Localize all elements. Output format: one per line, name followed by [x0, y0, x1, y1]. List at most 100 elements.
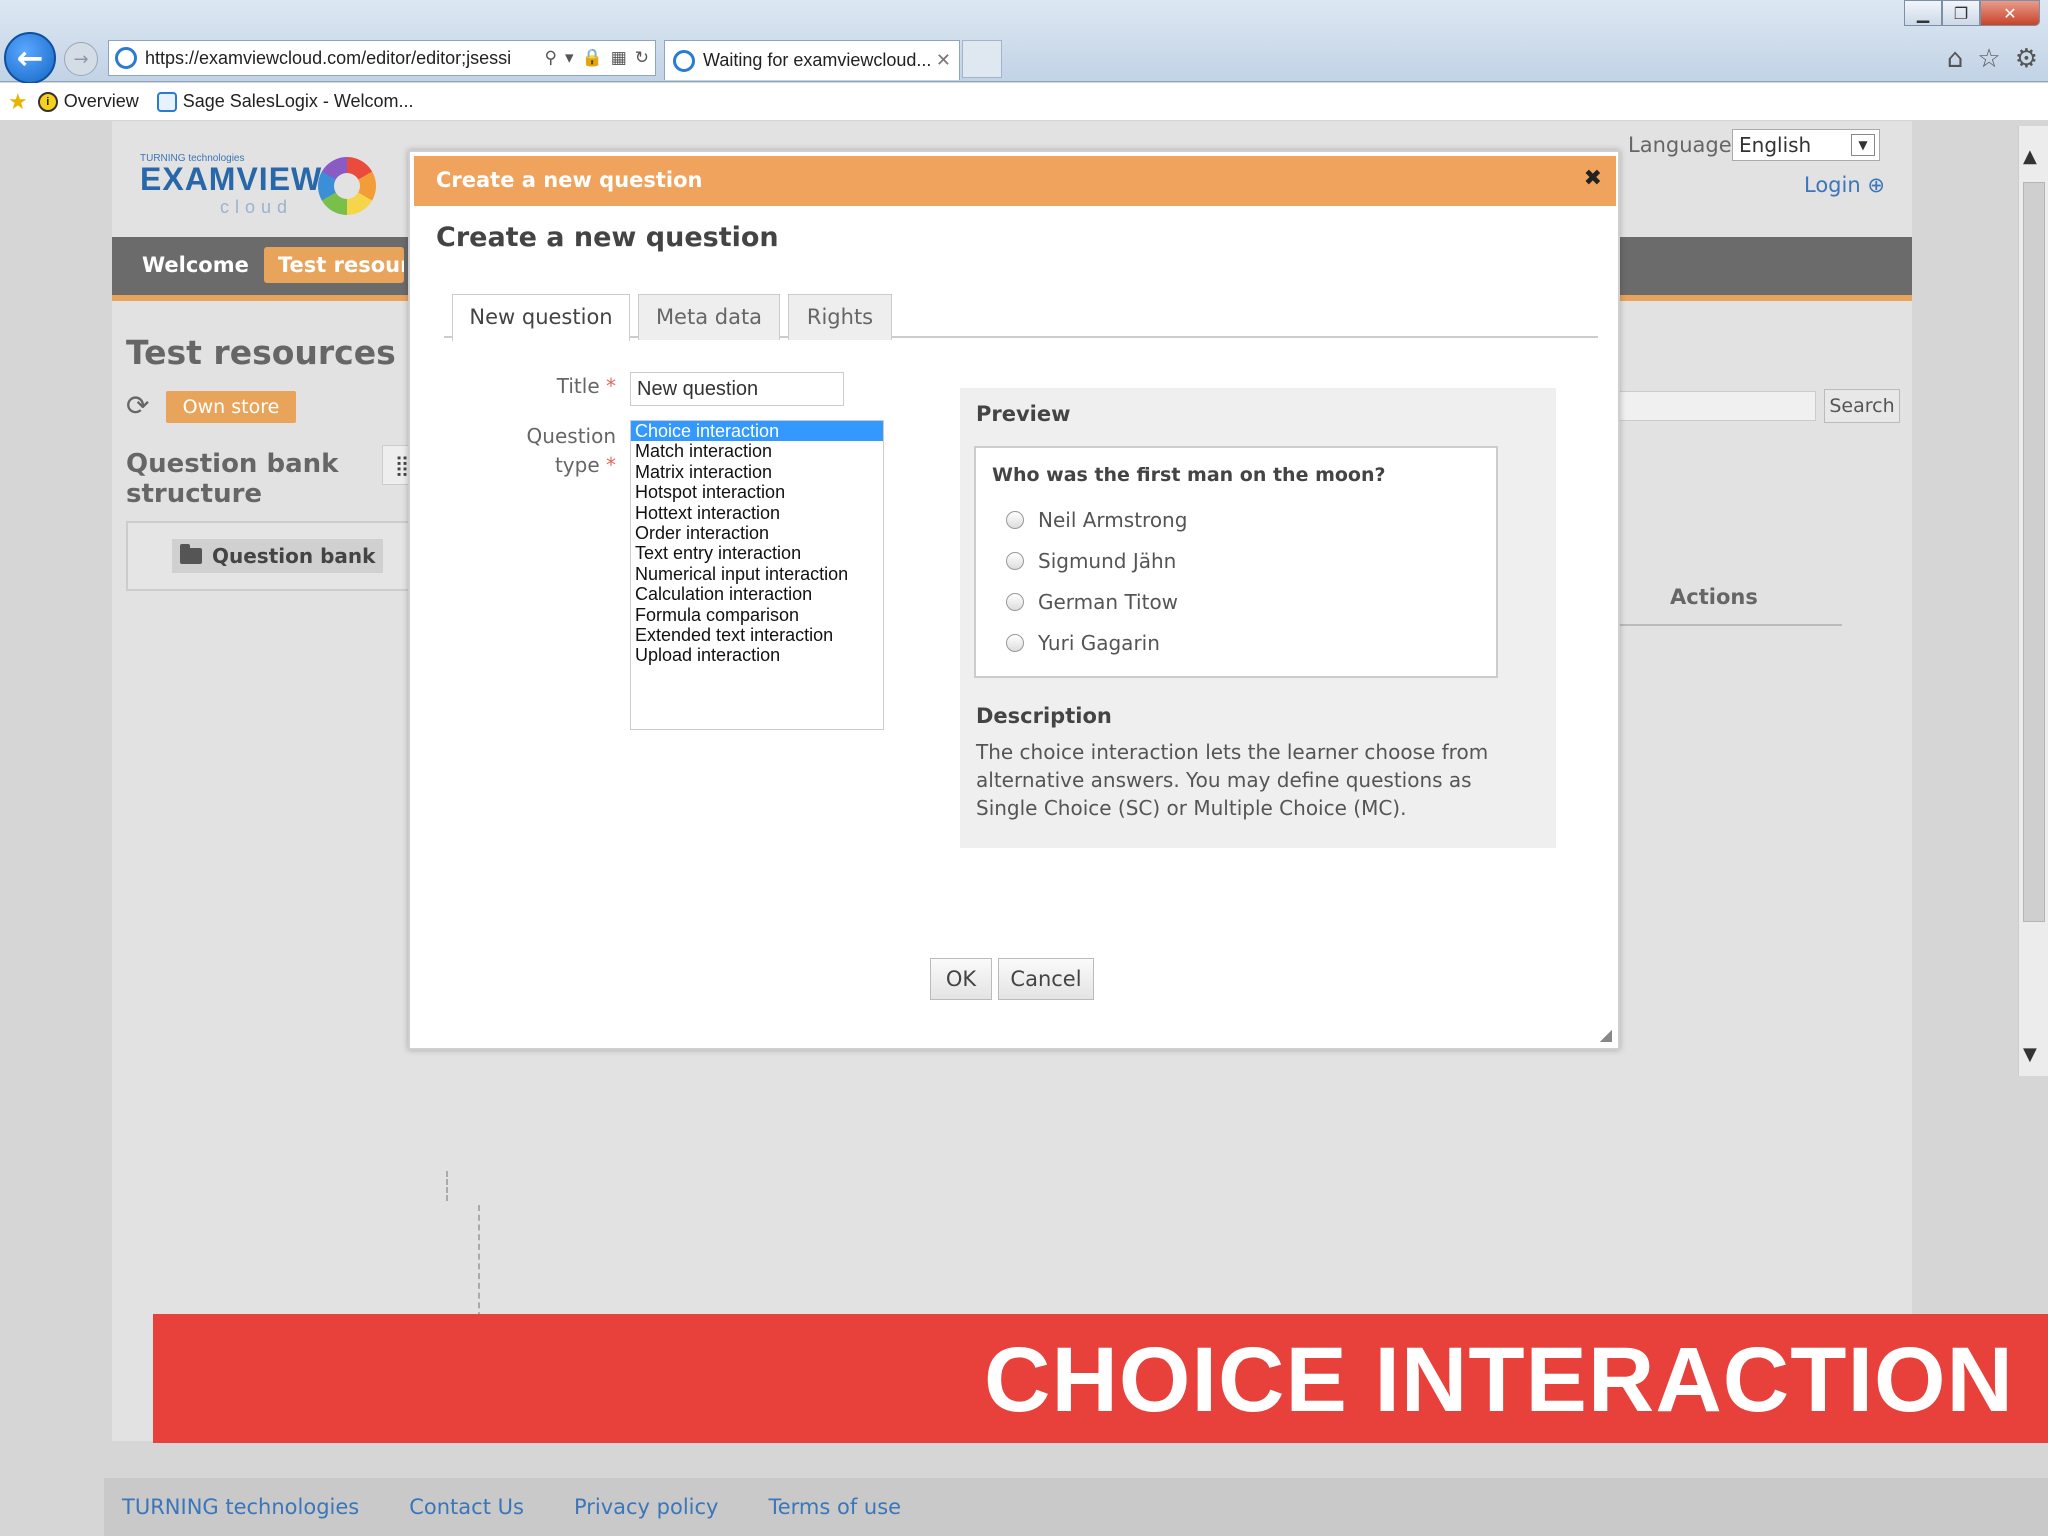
divider	[1612, 624, 1842, 626]
preview-option[interactable]: Yuri Gagarin	[1006, 631, 1160, 655]
restore-icon[interactable]: ❐	[1942, 0, 1980, 26]
dialog-titlebar[interactable]: Create a new question ✖	[414, 156, 1616, 206]
footer-link-privacy[interactable]: Privacy policy	[574, 1495, 719, 1519]
address-bar[interactable]: https://examviewcloud.com/editor/editor;…	[108, 40, 656, 76]
color-wheel-icon	[318, 157, 376, 215]
question-bank-structure-title: Question bank structure	[126, 449, 339, 509]
cancel-button[interactable]: Cancel	[998, 958, 1094, 1000]
tree-item-question-bank[interactable]: Question bank	[172, 539, 384, 573]
radio-icon[interactable]	[1006, 593, 1024, 611]
login-link[interactable]: Login ⊕	[1804, 173, 1885, 197]
question-type-option[interactable]: Hottext interaction	[631, 503, 883, 523]
dashed-divider	[446, 1171, 448, 1201]
page-title: Test resources	[126, 333, 396, 372]
radio-icon[interactable]	[1006, 511, 1024, 529]
description-text: The choice interaction lets the learner …	[976, 740, 1489, 820]
ie-page-icon	[156, 91, 177, 112]
title-banner: CHOICE INTERACTION	[153, 1314, 2048, 1443]
examview-logo[interactable]: TURNING technologies EXAMVIEW cloud	[140, 139, 376, 229]
sync-icon[interactable]: ⟳	[126, 389, 149, 422]
language-label: Language	[1628, 133, 1732, 157]
radio-icon[interactable]	[1006, 634, 1024, 652]
question-bank-tree: Question bank	[126, 521, 436, 591]
favorites-bar: ★ i Overview Sage SalesLogix - Welcom...	[0, 83, 2048, 121]
title-input[interactable]	[630, 372, 844, 406]
ie-icon	[115, 47, 137, 69]
browser-toolbar-right: ⌂ ☆ ⚙	[1947, 44, 2038, 74]
question-type-option[interactable]: Calculation interaction	[631, 584, 883, 604]
login-arrow-icon: ⊕	[1867, 173, 1885, 197]
scroll-thumb[interactable]	[2023, 182, 2045, 922]
lock-icon[interactable]: 🔒	[582, 48, 603, 68]
preview-card: Who was the first man on the moon? Neil …	[974, 446, 1498, 678]
question-type-option[interactable]: Match interaction	[631, 441, 883, 461]
chevron-down-icon[interactable]: ▼	[1851, 134, 1875, 156]
favorite-overview[interactable]: i Overview	[37, 91, 139, 112]
tab-label: Waiting for examviewcloud...	[703, 50, 930, 70]
question-type-option[interactable]: Numerical input interaction	[631, 564, 883, 584]
dialog-titlebar-text: Create a new question	[436, 168, 703, 192]
dialog-close-icon[interactable]: ✖	[1584, 166, 1602, 191]
own-store-button[interactable]: Own store	[166, 391, 296, 423]
menu-test-resources[interactable]: Test resources	[264, 247, 404, 283]
footer-link-terms[interactable]: Terms of use	[768, 1495, 901, 1519]
forward-arrow-icon[interactable]: →	[64, 42, 98, 76]
scroll-up-icon[interactable]: ▲	[2023, 146, 2037, 167]
tab-new-question[interactable]: New question	[452, 294, 630, 342]
favorites-star-icon[interactable]: ☆	[1977, 44, 2000, 74]
new-tab-button[interactable]	[962, 40, 1002, 78]
page-scrollbar[interactable]: ▲ ▼	[2018, 126, 2048, 1076]
minimize-icon[interactable]: ▁	[1904, 0, 1942, 26]
banner-text: CHOICE INTERACTION	[984, 1329, 2014, 1431]
ok-button[interactable]: OK	[930, 958, 992, 1000]
actions-header: Actions	[1670, 585, 1758, 609]
question-type-option[interactable]: Formula comparison	[631, 605, 883, 625]
favorite-saleslogix[interactable]: Sage SalesLogix - Welcom...	[156, 91, 414, 112]
question-type-option[interactable]: Upload interaction	[631, 645, 883, 665]
compat-icon[interactable]: ▦	[611, 48, 627, 68]
refresh-icon[interactable]: ↻	[635, 48, 649, 68]
footer: TURNING technologies Contact Us Privacy …	[104, 1478, 2048, 1536]
window-close-icon[interactable]: ✕	[1980, 0, 2040, 26]
dropdown-arrow-icon[interactable]: ▾	[565, 48, 574, 68]
question-type-option[interactable]: Order interaction	[631, 523, 883, 543]
create-question-dialog: Create a new question ✖ Create a new que…	[408, 150, 1620, 1050]
radio-icon[interactable]	[1006, 552, 1024, 570]
question-type-option[interactable]: Hotspot interaction	[631, 482, 883, 502]
overview-icon: i	[37, 91, 58, 112]
preview-option[interactable]: German Titow	[1006, 590, 1178, 614]
tab-close-icon[interactable]: ✕	[936, 50, 951, 71]
preview-option[interactable]: Neil Armstrong	[1006, 508, 1187, 532]
preview-question: Who was the first man on the moon?	[992, 464, 1386, 486]
language-select[interactable]: English ▼	[1732, 129, 1880, 161]
question-type-list[interactable]: Choice interaction Match interaction Matri…	[630, 420, 884, 730]
question-type-option[interactable]: Choice interaction	[631, 421, 883, 442]
tab-meta-data[interactable]: Meta data	[638, 294, 780, 340]
search-icon[interactable]: ⚲	[545, 48, 557, 68]
browser-chrome: ▁ ❐ ✕ ← → https://examviewcloud.com/edit…	[0, 0, 2048, 84]
resize-grip-icon[interactable]: ◢	[1600, 1025, 1612, 1044]
search-button[interactable]: Search	[1824, 389, 1900, 423]
question-type-option[interactable]: Matrix interaction	[631, 462, 883, 482]
folder-icon	[180, 544, 202, 564]
footer-link-contact[interactable]: Contact Us	[409, 1495, 524, 1519]
preview-option[interactable]: Sigmund Jähn	[1006, 549, 1176, 573]
footer-link-turning[interactable]: TURNING technologies	[122, 1495, 359, 1519]
question-type-option[interactable]: Extended text interaction	[631, 625, 883, 645]
preview-label: Preview	[976, 402, 1071, 426]
search-input[interactable]	[1612, 391, 1816, 421]
favorites-star-add-icon[interactable]: ★	[8, 89, 28, 115]
gear-icon[interactable]: ⚙	[2015, 44, 2038, 74]
back-arrow-icon[interactable]: ←	[4, 32, 56, 84]
url-text[interactable]: https://examviewcloud.com/editor/editor;…	[145, 48, 539, 69]
description-label: Description	[976, 704, 1112, 728]
dialog-heading: Create a new question	[436, 222, 779, 253]
address-tools: ⚲ ▾ 🔒 ▦ ↻	[539, 48, 655, 68]
tab-rights[interactable]: Rights	[788, 294, 892, 340]
scroll-down-icon[interactable]: ▼	[2023, 1044, 2037, 1065]
menu-welcome[interactable]: Welcome	[142, 253, 249, 277]
dialog-tabs: New question Meta data Rights	[444, 282, 1598, 342]
browser-tab[interactable]: Waiting for examviewcloud... ✕	[664, 40, 960, 80]
question-type-option[interactable]: Text entry interaction	[631, 543, 883, 563]
home-icon[interactable]: ⌂	[1947, 44, 1964, 74]
